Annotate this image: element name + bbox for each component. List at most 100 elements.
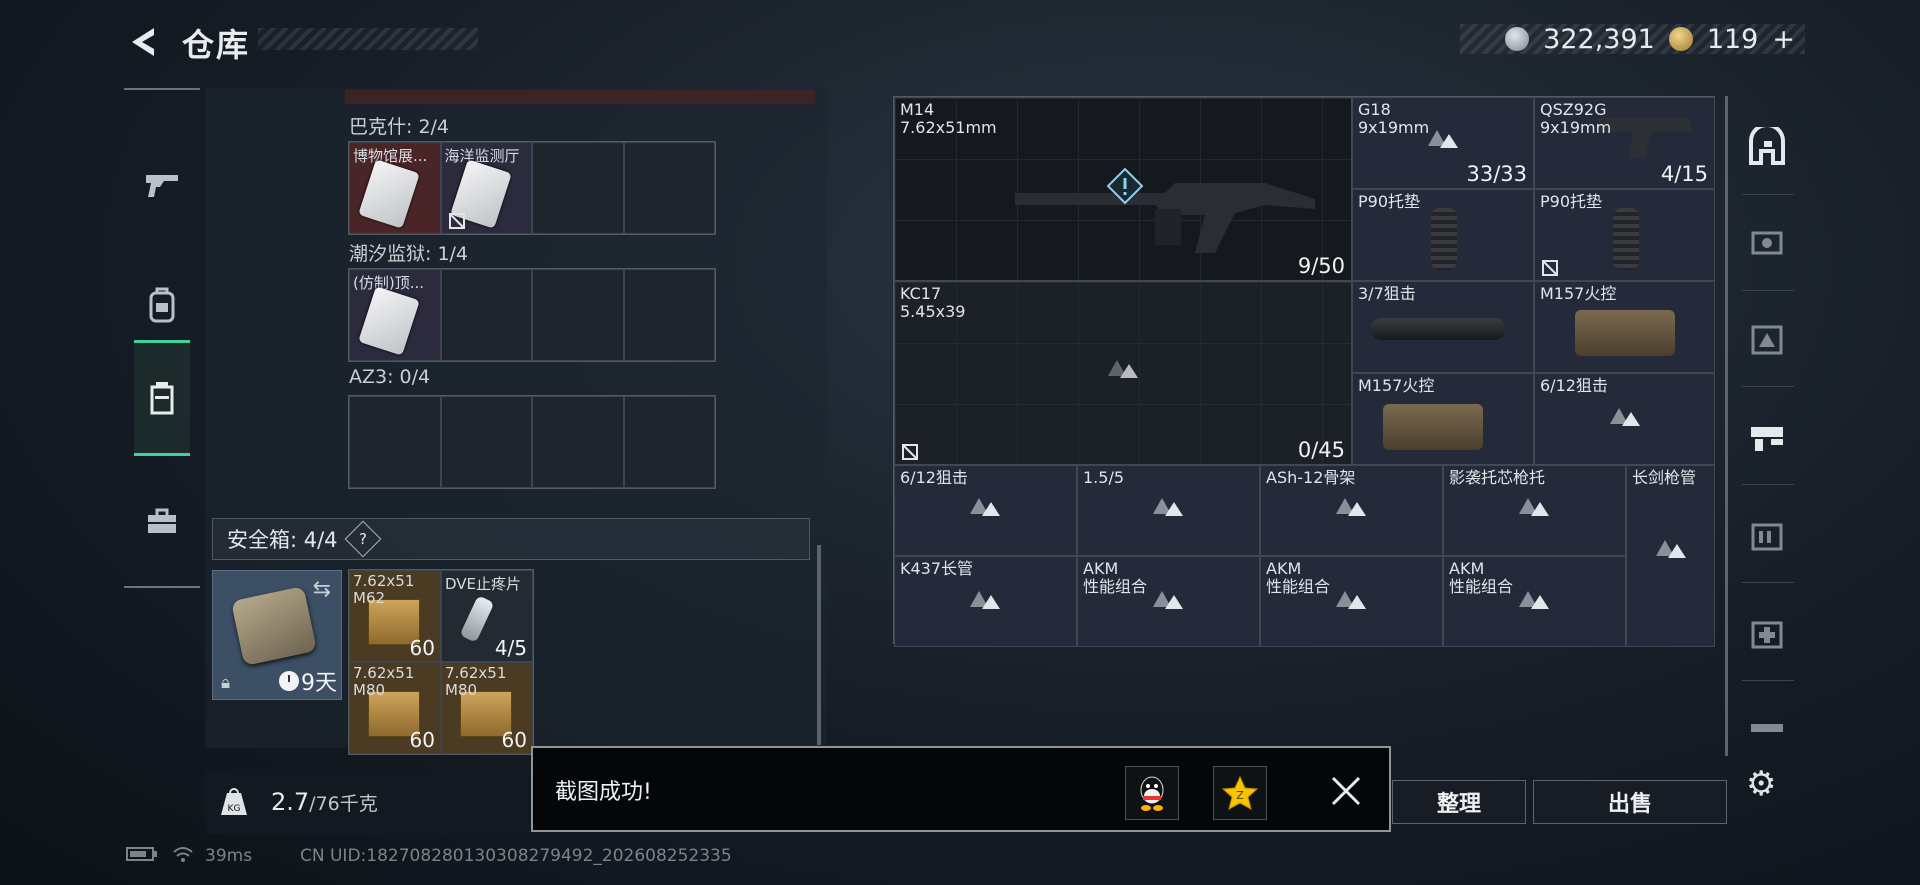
item-attachment[interactable]: AKM 性能组合 xyxy=(1077,556,1260,647)
placeholder-icon xyxy=(1108,360,1138,378)
item-slot[interactable]: 海洋监测厅 xyxy=(440,142,532,234)
safebox-label: 安全箱: 4/4 xyxy=(227,528,338,552)
settings-gear-icon[interactable]: ⚙ xyxy=(1746,764,1782,804)
ammo-slot[interactable]: 7.62x51 M62 60 xyxy=(349,570,441,662)
item-name: G18 9x19mm xyxy=(1358,100,1430,137)
placeholder-icon xyxy=(1153,498,1183,516)
item-count: 60 xyxy=(409,728,435,752)
uid-text: CN UID:18270828013030827949​2_2026082523… xyxy=(300,846,732,866)
weight-current: 2.7 xyxy=(271,788,310,816)
stock-pad-image xyxy=(1613,208,1639,270)
item-name: M157火控 xyxy=(1358,376,1435,395)
stock-pad-image xyxy=(1431,208,1457,270)
qzone-share-button[interactable]: Z xyxy=(1213,766,1267,820)
left-nav xyxy=(124,88,200,588)
item-name: P90托垫 xyxy=(1540,192,1603,211)
empty-slot[interactable] xyxy=(349,396,441,488)
toolbox-icon[interactable] xyxy=(134,466,190,576)
screenshot-toast: 截图成功! Z xyxy=(531,746,1391,832)
ammo-category-icon[interactable] xyxy=(1744,512,1790,558)
ping-text: 39ms xyxy=(205,846,253,866)
close-icon[interactable] xyxy=(1329,774,1363,808)
item-p90-pad[interactable]: P90托垫 xyxy=(1534,189,1715,281)
item-kc17[interactable]: KC17 5.45x39 0/45 xyxy=(894,281,1352,465)
gold-amount: 119 xyxy=(1706,23,1759,55)
empty-slot[interactable] xyxy=(623,269,715,361)
divider xyxy=(1742,582,1794,583)
placeholder-icon xyxy=(1336,591,1366,609)
item-attachment[interactable]: 6/12狙击 xyxy=(894,465,1077,556)
item-p90-pad[interactable]: P90托垫 xyxy=(1352,189,1534,281)
item-name: AKM 性能组合 xyxy=(1266,559,1331,596)
item-name: 1.5/5 xyxy=(1083,468,1125,487)
item-scope[interactable]: 6/12狙击 xyxy=(1534,373,1715,465)
item-m14[interactable]: M14 7.62x51mm 9/50 xyxy=(894,97,1352,281)
empty-slot[interactable] xyxy=(532,142,624,234)
svg-text:KG: KG xyxy=(228,804,241,814)
safebox-grid: 7.62x51 M62 60 DVE止疼片 4/5 7.62x51 M80 60… xyxy=(348,569,534,755)
empty-slot[interactable] xyxy=(532,269,624,361)
back-arrow-icon[interactable] xyxy=(124,22,164,62)
weight-bar: KG 2.7/76千克 xyxy=(205,770,535,834)
qq-share-button[interactable] xyxy=(1125,766,1179,820)
item-count: 9/50 xyxy=(1297,254,1345,278)
ammo-slot[interactable]: 7.62x51 M80 60 xyxy=(349,662,441,754)
item-attachment[interactable]: ASh-12骨架 xyxy=(1260,465,1443,556)
empty-slot[interactable] xyxy=(440,269,532,361)
warning-icon xyxy=(1106,167,1144,205)
equipment-category-icon[interactable] xyxy=(1744,316,1790,362)
weapon-icon[interactable] xyxy=(134,130,190,240)
item-name: 3/7狙击 xyxy=(1358,284,1416,303)
title-decoration xyxy=(258,28,478,50)
section-grid: (仿制)顶... xyxy=(348,268,716,362)
section-label: AZ3: 0/4 xyxy=(349,366,431,388)
medical-category-icon[interactable] xyxy=(1744,610,1790,656)
sell-button[interactable]: 出售 xyxy=(1533,780,1727,824)
item-attachment[interactable]: 影袭托芯枪托 xyxy=(1443,465,1626,556)
divider xyxy=(1742,680,1794,681)
item-fire-control[interactable]: M157火控 xyxy=(1352,373,1534,465)
ammo-slot[interactable]: 7.62x51 M80 60 xyxy=(441,662,533,754)
keycard-image xyxy=(358,286,420,356)
item-attachment[interactable]: AKM 性能组合 xyxy=(1260,556,1443,647)
stash-home-icon[interactable] xyxy=(1744,124,1790,170)
scope-image xyxy=(1371,318,1505,340)
gold-add-button[interactable]: + xyxy=(1772,24,1795,55)
item-name: 7.62x51 M62 xyxy=(353,572,415,607)
fire-control-image xyxy=(1575,310,1675,356)
item-name: DVE止疼片 xyxy=(445,575,522,593)
item-barrel[interactable]: 长剑枪管 xyxy=(1626,465,1715,647)
no-sell-icon xyxy=(448,213,465,229)
item-attachment[interactable]: 1.5/5 xyxy=(1077,465,1260,556)
medicine-slot[interactable]: DVE止疼片 4/5 xyxy=(441,570,533,662)
attachment-category-icon[interactable] xyxy=(1744,414,1790,460)
empty-slot[interactable] xyxy=(532,396,624,488)
item-attachment[interactable]: K437长管 xyxy=(894,556,1077,647)
misc-category-icon[interactable] xyxy=(1744,704,1790,750)
scrollbar[interactable] xyxy=(817,545,821,745)
sort-button[interactable]: 整理 xyxy=(1392,780,1526,824)
item-name: KC17 5.45x39 xyxy=(900,284,966,321)
item-slot[interactable]: (仿制)顶... xyxy=(349,269,441,361)
item-qsz92g[interactable]: QSZ92G 9x19mm 4/15 xyxy=(1534,97,1715,189)
weapon-category-icon[interactable] xyxy=(1744,220,1790,266)
item-fire-control[interactable]: M157火控 xyxy=(1534,281,1715,373)
swap-icon[interactable]: ⇆ xyxy=(313,577,331,602)
help-icon[interactable]: ? xyxy=(344,520,381,558)
placeholder-icon xyxy=(1336,498,1366,516)
empty-slot[interactable] xyxy=(623,396,715,488)
container-icon[interactable] xyxy=(134,340,190,456)
divider xyxy=(1742,386,1794,387)
item-scope[interactable]: 3/7狙击 xyxy=(1352,281,1534,373)
stash-grid: M14 7.62x51mm 9/50 G18 9x19mm 33/33 QSZ9… xyxy=(893,96,1715,647)
safe-case-image xyxy=(230,586,318,666)
item-name: K437长管 xyxy=(900,559,974,578)
item-name: QSZ92G 9x19mm xyxy=(1540,100,1612,137)
empty-slot[interactable] xyxy=(623,142,715,234)
safe-case-slot[interactable]: ⇆ 🔒︎ 9天 xyxy=(212,570,342,700)
empty-slot[interactable] xyxy=(440,396,532,488)
lock-icon: 🔒︎ xyxy=(221,673,231,693)
item-slot[interactable]: 博物馆展... xyxy=(349,142,441,234)
item-attachment[interactable]: AKM 性能组合 xyxy=(1443,556,1626,647)
item-g18[interactable]: G18 9x19mm 33/33 xyxy=(1352,97,1534,189)
